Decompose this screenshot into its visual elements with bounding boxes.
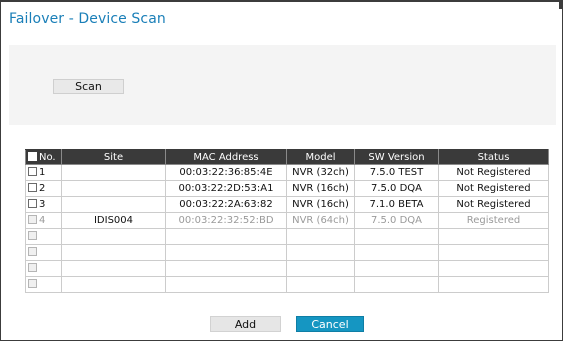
row-no: 3 <box>39 199 46 210</box>
empty-cell <box>61 260 166 277</box>
row-mac: 00:03:22:36:85:4E <box>165 164 287 181</box>
empty-table-row <box>25 276 549 293</box>
row-site: IDIS004 <box>61 212 166 229</box>
row-sw-version: 7.5.0 DQA <box>354 212 439 229</box>
failover-device-scan-dialog: Failover - Device Scan Scan No. Site MAC… <box>0 0 563 341</box>
row-checkbox-disabled <box>28 231 37 240</box>
row-checkbox-disabled <box>28 215 37 224</box>
row-site <box>61 196 166 213</box>
window-edge-mark <box>559 0 563 9</box>
empty-table-row <box>25 244 549 261</box>
empty-cell <box>286 260 355 277</box>
row-no: 4 <box>39 215 46 226</box>
table-header-row: No. Site MAC Address Model SW Version St… <box>25 149 549 165</box>
empty-row-no-cell <box>25 244 62 261</box>
scan-button[interactable]: Scan <box>53 79 124 94</box>
row-no-cell: 1 <box>25 164 62 181</box>
row-checkbox[interactable] <box>28 167 37 176</box>
row-mac: 00:03:22:32:52:BD <box>165 212 287 229</box>
add-button[interactable]: Add <box>210 316 281 332</box>
table-row[interactable]: 3 00:03:22:2A:63:82 NVR (16ch) 7.1.0 BET… <box>25 196 549 213</box>
row-status: Not Registered <box>438 180 549 197</box>
empty-cell <box>438 244 549 261</box>
row-checkbox[interactable] <box>28 183 37 192</box>
column-header-model: Model <box>286 149 355 165</box>
empty-cell <box>165 228 287 245</box>
cancel-button[interactable]: Cancel <box>296 316 364 332</box>
empty-cell <box>286 244 355 261</box>
column-header-no-label: No. <box>39 151 56 163</box>
empty-row-no-cell <box>25 276 62 293</box>
empty-cell <box>354 244 439 261</box>
table-row[interactable]: 2 00:03:22:2D:53:A1 NVR (16ch) 7.5.0 DQA… <box>25 180 549 197</box>
empty-cell <box>354 276 439 293</box>
row-status: Registered <box>438 212 549 229</box>
row-sw-version: 7.1.0 BETA <box>354 196 439 213</box>
row-sw-version: 7.5.0 DQA <box>354 180 439 197</box>
empty-table-row <box>25 260 549 277</box>
empty-row-no-cell <box>25 260 62 277</box>
device-table: No. Site MAC Address Model SW Version St… <box>25 149 549 293</box>
scan-panel: Scan <box>9 45 556 125</box>
row-no-cell: 3 <box>25 196 62 213</box>
table-row: 4 IDIS004 00:03:22:32:52:BD NVR (64ch) 7… <box>25 212 549 229</box>
row-mac: 00:03:22:2D:53:A1 <box>165 180 287 197</box>
empty-cell <box>165 276 287 293</box>
row-checkbox[interactable] <box>28 199 37 208</box>
row-status: Not Registered <box>438 164 549 181</box>
empty-cell <box>286 228 355 245</box>
empty-cell <box>61 244 166 261</box>
table-row[interactable]: 1 00:03:22:36:85:4E NVR (32ch) 7.5.0 TES… <box>25 164 549 181</box>
empty-cell <box>438 276 549 293</box>
row-no-cell: 4 <box>25 212 62 229</box>
empty-cell <box>61 228 166 245</box>
row-no-cell: 2 <box>25 180 62 197</box>
row-model: NVR (16ch) <box>286 196 355 213</box>
row-no: 2 <box>39 183 46 194</box>
row-no: 1 <box>39 167 46 178</box>
empty-cell <box>354 228 439 245</box>
column-header-sw-version: SW Version <box>354 149 439 165</box>
row-model: NVR (32ch) <box>286 164 355 181</box>
empty-table-row <box>25 228 549 245</box>
row-site <box>61 164 166 181</box>
row-model: NVR (16ch) <box>286 180 355 197</box>
row-mac: 00:03:22:2A:63:82 <box>165 196 287 213</box>
row-checkbox-disabled <box>28 263 37 272</box>
empty-cell <box>165 244 287 261</box>
empty-cell <box>438 260 549 277</box>
row-status: Not Registered <box>438 196 549 213</box>
column-header-no: No. <box>25 149 62 165</box>
empty-cell <box>61 276 166 293</box>
column-header-mac: MAC Address <box>165 149 287 165</box>
dialog-title: Failover - Device Scan <box>9 11 166 27</box>
empty-cell <box>165 260 287 277</box>
row-model: NVR (64ch) <box>286 212 355 229</box>
empty-cell <box>286 276 355 293</box>
column-header-status: Status <box>438 149 549 165</box>
empty-row-no-cell <box>25 228 62 245</box>
column-header-site: Site <box>61 149 166 165</box>
empty-cell <box>438 228 549 245</box>
row-sw-version: 7.5.0 TEST <box>354 164 439 181</box>
row-site <box>61 180 166 197</box>
row-checkbox-disabled <box>28 279 37 288</box>
row-checkbox-disabled <box>28 247 37 256</box>
select-all-checkbox[interactable] <box>28 151 37 161</box>
empty-cell <box>354 260 439 277</box>
